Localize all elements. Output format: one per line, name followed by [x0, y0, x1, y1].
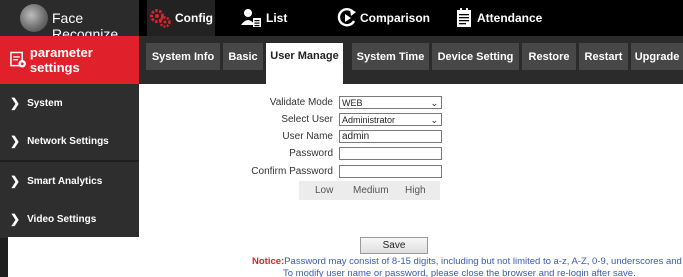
- chevron-right-icon: ❯: [10, 96, 21, 110]
- strength-medium: Medium: [353, 185, 389, 196]
- validate-mode-label: Validate Mode: [269, 97, 333, 108]
- sidebar-item-label: Network Settings: [27, 135, 109, 147]
- sidebar-item-network-settings[interactable]: ❯ Network Settings: [0, 122, 139, 160]
- validate-mode-value: WEB: [342, 97, 363, 108]
- select-user-select[interactable]: Administrator ⌄: [339, 113, 442, 126]
- password-input[interactable]: [339, 147, 442, 160]
- user-list-icon: [241, 8, 263, 28]
- tab-upgrade[interactable]: Upgrade: [631, 43, 683, 70]
- notice-line-1: Notice:Password may consist of 8-15 digi…: [252, 256, 683, 267]
- nav-attendance[interactable]: Attendance: [456, 0, 552, 36]
- calendar-icon: [456, 8, 474, 28]
- chevron-down-icon: ⌄: [430, 98, 438, 108]
- notice-line-2: To modify user name or password, please …: [283, 268, 636, 277]
- sidebar-item-smart-analytics[interactable]: ❯ Smart Analytics: [0, 162, 139, 200]
- chevron-right-icon: ❯: [10, 174, 21, 188]
- select-user-value: Administrator: [342, 114, 396, 125]
- nav-config[interactable]: Config: [147, 0, 215, 36]
- compare-icon: [337, 8, 357, 28]
- gears-icon: [150, 8, 172, 28]
- notice-label: Notice:: [252, 256, 285, 267]
- save-button[interactable]: Save: [360, 237, 428, 254]
- sidebar-item-label: Smart Analytics: [27, 175, 103, 187]
- nav-list-label: List: [266, 11, 288, 25]
- chevron-right-icon: ❯: [10, 134, 21, 148]
- strength-high: High: [405, 185, 426, 196]
- sidebar-item-video-settings[interactable]: ❯ Video Settings: [0, 200, 139, 238]
- tab-system-time[interactable]: System Time: [352, 43, 429, 70]
- parameter-settings-label: parameter settings: [29, 45, 93, 75]
- nav-attendance-label: Attendance: [477, 11, 543, 25]
- confirm-password-label: Confirm Password: [251, 166, 333, 177]
- chevron-right-icon: ❯: [10, 212, 21, 226]
- sidebar-item-label: System: [27, 97, 63, 109]
- parameter-settings-header: parameter settings: [0, 36, 139, 84]
- brand: Face Recognize: [0, 0, 139, 42]
- password-label: Password: [289, 148, 333, 159]
- tab-device-setting[interactable]: Device Setting: [432, 43, 519, 70]
- password-strength-meter: Low Medium High: [299, 181, 440, 200]
- tab-restore[interactable]: Restore: [522, 43, 576, 70]
- nav-comparison-label: Comparison: [360, 11, 431, 25]
- validate-mode-select[interactable]: WEB ⌄: [339, 96, 442, 109]
- chevron-down-icon: ⌄: [430, 115, 438, 125]
- tab-basic[interactable]: Basic: [223, 43, 263, 70]
- top-navigation-bar: Face Recognize Config List Comparison At…: [0, 0, 683, 42]
- settings-doc-icon: [10, 51, 26, 68]
- sidebar: ❯ System ❯ Network Settings ❯ Smart Anal…: [0, 84, 139, 277]
- confirm-password-input[interactable]: [339, 165, 442, 178]
- tab-user-manage[interactable]: User Manage: [266, 43, 343, 84]
- user-name-input[interactable]: admin: [339, 130, 442, 143]
- sidebar-item-label: Video Settings: [27, 213, 97, 225]
- tab-restart[interactable]: Restart: [579, 43, 628, 70]
- user-name-label: User Name: [282, 131, 333, 142]
- strength-low: Low: [315, 185, 334, 196]
- nav-config-label: Config: [175, 11, 213, 25]
- sidebar-footer-panel: [8, 237, 139, 277]
- notice-text-1: Password may consist of 8-15 digits, inc…: [284, 256, 683, 267]
- select-user-label: Select User: [281, 114, 333, 125]
- nav-list[interactable]: List: [241, 0, 301, 36]
- nav-comparison[interactable]: Comparison: [337, 0, 433, 36]
- tab-system-info[interactable]: System Info: [146, 43, 220, 70]
- tab-bar: System Info Basic User Manage System Tim…: [139, 36, 683, 84]
- sidebar-item-system[interactable]: ❯ System: [0, 84, 139, 122]
- globe-logo-icon: [20, 4, 48, 32]
